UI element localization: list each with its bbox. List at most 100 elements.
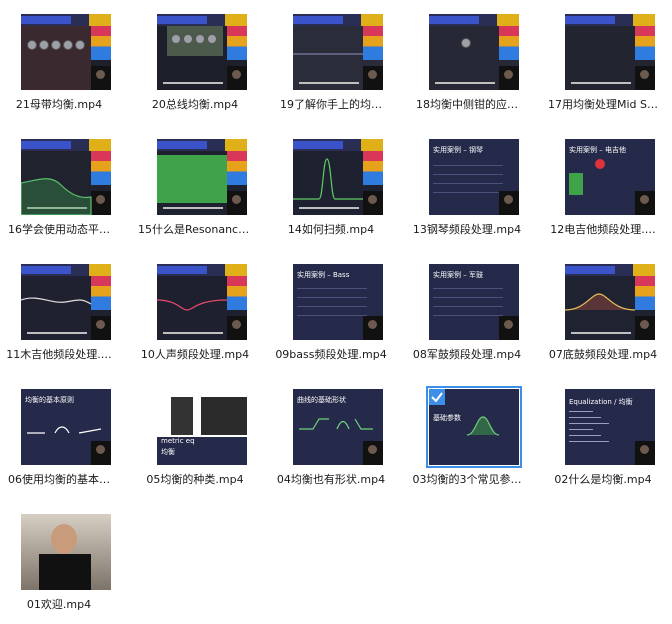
file-item[interactable]: 基础参数 03均衡的3个常见参…	[410, 375, 524, 495]
knob	[195, 34, 205, 44]
video-thumbnail[interactable]	[293, 139, 383, 215]
video-thumbnail[interactable]	[157, 264, 247, 340]
video-thumbnail[interactable]: 曲线的基础形状	[293, 389, 383, 465]
file-name: 04均衡也有形状.mp4	[276, 473, 386, 486]
file-item[interactable]: 20总线均衡.mp4	[138, 0, 252, 120]
file-item[interactable]: 17用均衡处理Mid S…	[546, 0, 660, 120]
video-thumbnail[interactable]	[293, 14, 383, 90]
file-name: 21母带均衡.mp4	[15, 98, 103, 111]
file-item[interactable]: Equalization / 均衡 02什么是均衡.mp4	[546, 375, 660, 495]
video-thumbnail[interactable]	[157, 14, 247, 90]
knob	[51, 40, 61, 50]
file-item[interactable]: 实用案例 – 电吉他 12电吉他频段处理.…	[546, 125, 660, 245]
file-item[interactable]: 实用案例 – Bass 09bass频段处理.mp4	[274, 250, 388, 370]
text-line	[569, 417, 601, 418]
eq-band	[569, 173, 583, 195]
file-name: 02什么是均衡.mp4	[554, 473, 652, 486]
file-name: 11木吉他频段处理.…	[6, 348, 112, 361]
daw-toolbar	[157, 139, 247, 151]
video-thumbnail[interactable]	[429, 14, 519, 90]
file-item[interactable]: metric eq 均衡 05均衡的种类.mp4	[138, 375, 252, 495]
video-thumbnail[interactable]	[21, 14, 111, 90]
slide-title: 实用案例 – Bass	[297, 271, 350, 279]
subtitle-bar	[571, 82, 631, 84]
daw-toolbar	[565, 14, 655, 26]
file-name: 12电吉他频段处理.…	[550, 223, 656, 236]
track-colors	[227, 26, 247, 60]
file-item[interactable]: 15什么是Resonance…	[138, 125, 252, 245]
file-item[interactable]: 01欢迎.mp4	[2, 500, 116, 620]
video-thumbnail[interactable]: 实用案例 – 军鼓	[429, 264, 519, 340]
webcam-overlay	[227, 191, 247, 215]
grid-line	[433, 297, 503, 298]
video-thumbnail[interactable]: metric eq 均衡	[157, 389, 247, 465]
daw-toolbar	[157, 14, 247, 26]
webcam-overlay	[499, 191, 519, 215]
knob	[207, 34, 217, 44]
file-item[interactable]: 10人声频段处理.mp4	[138, 250, 252, 370]
eq-panel	[21, 26, 91, 90]
slide-title: 实用案例 – 钢琴	[433, 146, 483, 154]
hardware-eq	[171, 397, 193, 435]
file-name: 10人声频段处理.mp4	[140, 348, 250, 361]
file-name: 03均衡的3个常见参…	[412, 473, 522, 486]
file-item[interactable]: 16学会使用动态平…	[2, 125, 116, 245]
eq-curve	[565, 293, 636, 311]
video-thumbnail[interactable]: 实用案例 – 钢琴	[429, 139, 519, 215]
webcam-overlay	[91, 66, 111, 90]
file-item[interactable]: 实用案例 – 军鼓 08军鼓频段处理.mp4	[410, 250, 524, 370]
file-item[interactable]: 18均衡中侧钳的应…	[410, 0, 524, 120]
webcam-overlay	[635, 441, 655, 465]
grid-line	[433, 192, 503, 193]
video-thumbnail[interactable]: 均衡的基本原则	[21, 389, 111, 465]
grid-line	[433, 288, 503, 289]
webcam-overlay	[227, 66, 247, 90]
file-name: 16学会使用动态平…	[8, 223, 110, 236]
text-line	[569, 441, 609, 442]
video-thumbnail[interactable]	[157, 139, 247, 215]
file-item[interactable]: 曲线的基础形状 04均衡也有形状.mp4	[274, 375, 388, 495]
grid-line	[433, 183, 503, 184]
text-line	[569, 435, 601, 436]
file-item[interactable]: 19了解你手上的均…	[274, 0, 388, 120]
grid-line	[297, 306, 367, 307]
slide-title: Equalization / 均衡	[569, 398, 633, 406]
file-item[interactable]: 均衡的基本原则 06使用均衡的基本…	[2, 375, 116, 495]
file-name: 06使用均衡的基本…	[8, 473, 110, 486]
video-thumbnail[interactable]	[565, 264, 655, 340]
slide-title: 实用案例 – 电吉他	[569, 146, 626, 154]
knob	[75, 40, 85, 50]
grid-line	[433, 165, 503, 166]
video-thumbnail[interactable]	[21, 514, 111, 590]
track-colors	[499, 26, 519, 60]
video-thumbnail[interactable]: 实用案例 – 电吉他	[565, 139, 655, 215]
webcam-overlay	[635, 66, 655, 90]
video-thumbnail[interactable]: 实用案例 – Bass	[293, 264, 383, 340]
file-item[interactable]: 21母带均衡.mp4	[2, 0, 116, 120]
knob	[171, 34, 181, 44]
video-thumbnail[interactable]	[565, 14, 655, 90]
selected-check-icon[interactable]	[429, 389, 445, 405]
webcam-overlay	[499, 66, 519, 90]
file-item[interactable]: 11木吉他频段处理.…	[2, 250, 116, 370]
file-item[interactable]: 实用案例 – 钢琴 13钢琴频段处理.mp4	[410, 125, 524, 245]
file-name: 17用均衡处理Mid S…	[547, 98, 658, 111]
knob	[63, 40, 73, 50]
video-thumbnail[interactable]	[21, 264, 111, 340]
eq-curve	[21, 178, 92, 215]
file-name: 18均衡中侧钳的应…	[416, 98, 518, 111]
file-name: 05均衡的种类.mp4	[146, 473, 244, 486]
file-name: 15什么是Resonance…	[138, 223, 252, 236]
knob	[27, 40, 37, 50]
file-item[interactable]: 07底鼓频段处理.mp4	[546, 250, 660, 370]
eq-curve	[21, 297, 92, 305]
slide-title: 实用案例 – 军鼓	[433, 271, 483, 279]
subtitle-bar	[435, 82, 495, 84]
file-name: 07底鼓频段处理.mp4	[548, 348, 658, 361]
file-item[interactable]: 14如何扫频.mp4	[274, 125, 388, 245]
video-thumbnail[interactable]	[21, 139, 111, 215]
text-line	[569, 423, 609, 424]
video-thumbnail[interactable]: Equalization / 均衡	[565, 389, 655, 465]
eq-band	[157, 155, 227, 203]
track-colors	[227, 151, 247, 185]
